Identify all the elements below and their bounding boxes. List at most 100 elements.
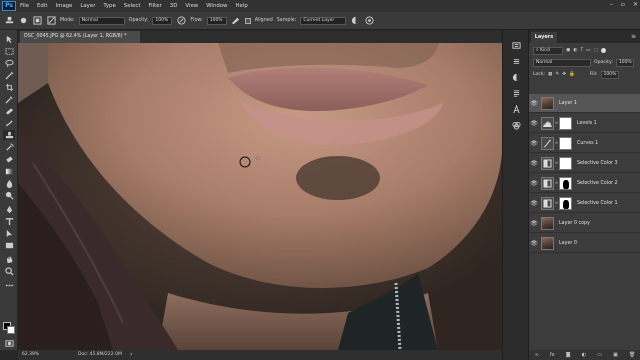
- layer-row[interactable]: 👁 Layer 1: [529, 94, 640, 113]
- lock-all-icon[interactable]: 🔒: [569, 72, 575, 77]
- menu-image[interactable]: Image: [51, 3, 76, 9]
- eye-icon[interactable]: 👁: [529, 100, 539, 107]
- layer-row[interactable]: 👁 Layer 0: [529, 234, 640, 253]
- eyedropper-icon[interactable]: [3, 94, 15, 104]
- new-group-icon[interactable]: ▭: [597, 352, 602, 358]
- mode-select[interactable]: Normal: [78, 16, 125, 25]
- type-icon[interactable]: [3, 216, 15, 226]
- dodge-icon[interactable]: [3, 190, 15, 200]
- gradient-icon[interactable]: [3, 166, 15, 176]
- link-layers-icon[interactable]: ∞: [535, 352, 539, 358]
- adjustments-panel-icon[interactable]: [511, 72, 521, 82]
- layer-style-icon[interactable]: fx: [550, 352, 555, 358]
- brush-panel-icon[interactable]: [46, 16, 56, 26]
- pen-icon[interactable]: [3, 204, 15, 214]
- layer-row[interactable]: 👁 ∞ Curves 1: [529, 134, 640, 153]
- menu-3d[interactable]: 3D: [166, 3, 182, 9]
- filter-pixel-icon[interactable]: ▣: [566, 48, 570, 53]
- lock-transparent-icon[interactable]: ▦: [548, 72, 552, 77]
- history-panel-icon[interactable]: [511, 40, 521, 50]
- brush-size-icon[interactable]: [18, 16, 28, 26]
- layer-row[interactable]: 👁 ∞ Selective Color 3: [529, 154, 640, 173]
- aligned-checkbox[interactable]: [244, 17, 251, 24]
- zoom-icon[interactable]: [3, 266, 15, 276]
- eraser-icon[interactable]: [3, 154, 15, 164]
- filter-type-icon[interactable]: T: [580, 48, 583, 53]
- zoom-level[interactable]: 62.39%: [22, 350, 39, 360]
- menu-view[interactable]: View: [181, 3, 202, 9]
- layer-row[interactable]: 👁 ∞ Levels 1: [529, 114, 640, 133]
- menu-layer[interactable]: Layer: [76, 3, 99, 9]
- eye-icon[interactable]: 👁: [529, 200, 539, 207]
- channels-panel-icon[interactable]: [511, 120, 521, 130]
- clone-stamp-tool-icon[interactable]: [4, 16, 14, 26]
- history-brush-icon[interactable]: [3, 142, 15, 152]
- filter-smart-icon[interactable]: ⬚: [594, 48, 598, 53]
- filter-toggle-icon[interactable]: [600, 48, 606, 53]
- menu-file[interactable]: File: [16, 3, 33, 9]
- properties-panel-icon[interactable]: [511, 56, 521, 66]
- eye-icon[interactable]: 👁: [529, 220, 539, 227]
- eye-icon[interactable]: 👁: [529, 240, 539, 247]
- pressure-size-icon[interactable]: [364, 16, 374, 26]
- menu-edit[interactable]: Edit: [33, 3, 51, 9]
- new-layer-icon[interactable]: ▣: [613, 352, 618, 358]
- clone-source-panel-icon[interactable]: [32, 16, 42, 26]
- shape-icon[interactable]: [3, 240, 15, 250]
- more-tools-icon[interactable]: [3, 280, 15, 290]
- filter-kind-select[interactable]: ⌕ Kind: [533, 46, 563, 55]
- airbrush-icon[interactable]: [231, 16, 241, 26]
- ignore-adjustment-layers-icon[interactable]: [350, 16, 360, 26]
- minimize-button[interactable]: –: [610, 1, 613, 8]
- maximize-button[interactable]: ▫: [621, 1, 625, 8]
- eye-icon[interactable]: 👁: [529, 140, 539, 147]
- layer-row[interactable]: 👁 Layer 0 copy: [529, 214, 640, 233]
- healing-brush-icon[interactable]: [3, 106, 15, 116]
- flow-input[interactable]: 100%: [206, 16, 227, 25]
- close-button[interactable]: ✕: [633, 1, 638, 8]
- menu-select[interactable]: Select: [120, 3, 145, 9]
- color-swatches-icon[interactable]: [3, 322, 16, 335]
- tab-layers[interactable]: Layers: [531, 32, 557, 43]
- add-mask-icon[interactable]: ◙: [566, 352, 571, 358]
- menu-type[interactable]: Type: [99, 3, 119, 9]
- filter-adjustment-icon[interactable]: ◐: [573, 48, 577, 53]
- eye-icon[interactable]: 👁: [529, 180, 539, 187]
- marquee-icon[interactable]: [3, 46, 15, 56]
- lock-image-icon[interactable]: ✎: [555, 72, 559, 77]
- hand-icon[interactable]: [3, 254, 15, 264]
- pressure-opacity-icon[interactable]: [176, 16, 186, 26]
- lasso-icon[interactable]: [3, 58, 15, 68]
- lock-position-icon[interactable]: ✥: [562, 72, 566, 77]
- brush-icon[interactable]: [3, 118, 15, 128]
- new-adjustment-icon[interactable]: ◐: [582, 352, 586, 358]
- status-arrow-icon[interactable]: ›: [130, 350, 132, 360]
- clone-stamp-icon[interactable]: [3, 130, 15, 140]
- layer-fill-input[interactable]: 100%: [600, 70, 619, 79]
- eye-icon[interactable]: 👁: [529, 160, 539, 167]
- move-icon[interactable]: [3, 34, 15, 44]
- menu-help[interactable]: Help: [231, 3, 251, 9]
- paragraph-panel-icon[interactable]: [511, 88, 521, 98]
- path-select-icon[interactable]: [3, 228, 15, 238]
- menu-filter[interactable]: Filter: [144, 3, 165, 9]
- blend-mode-select[interactable]: Normal: [533, 58, 591, 67]
- blur-icon[interactable]: [3, 178, 15, 188]
- magic-wand-icon[interactable]: [3, 70, 15, 80]
- layer-name: Layer 1: [559, 100, 577, 106]
- document-tab[interactable]: DSC_0045.JPG @ 62.4% (Layer 1, RGB/8) *: [20, 31, 140, 43]
- layer-row[interactable]: 👁 ∞ Selective Color 1: [529, 194, 640, 213]
- filter-shape-icon[interactable]: ▭: [586, 48, 590, 53]
- layer-opacity-input[interactable]: 100%: [615, 58, 634, 67]
- document-canvas[interactable]: [18, 43, 502, 350]
- panel-menu-icon[interactable]: ≡: [631, 33, 636, 40]
- opacity-input[interactable]: 100%: [152, 16, 173, 25]
- crop-icon[interactable]: [3, 82, 15, 92]
- character-panel-icon[interactable]: [511, 104, 521, 114]
- layer-row[interactable]: 👁 ∞ Selective Color 2: [529, 174, 640, 193]
- eye-icon[interactable]: 👁: [529, 120, 539, 127]
- quick-mask-icon[interactable]: [3, 338, 15, 348]
- delete-layer-icon[interactable]: 🗑: [629, 352, 635, 358]
- sample-select[interactable]: Current Layer: [300, 16, 347, 25]
- menu-window[interactable]: Window: [202, 3, 231, 9]
